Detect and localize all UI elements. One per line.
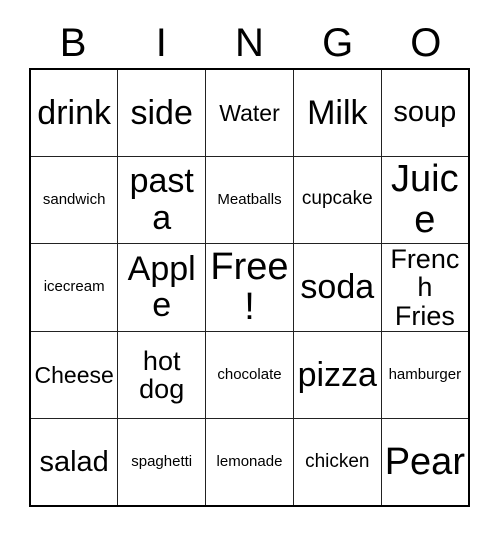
- bingo-cell[interactable]: lemonade: [205, 418, 294, 507]
- bingo-cell[interactable]: icecream: [29, 242, 119, 333]
- bingo-cell[interactable]: pasta: [117, 155, 207, 244]
- bingo-cell-label: chicken: [305, 451, 370, 473]
- bingo-cell[interactable]: Meatballs: [205, 155, 294, 244]
- bingo-cell[interactable]: Apple: [117, 242, 207, 333]
- bingo-cell[interactable]: Juice: [380, 155, 470, 244]
- bingo-cell-label: Pear: [384, 440, 465, 483]
- bingo-cell[interactable]: drink: [29, 68, 119, 157]
- bingo-cell[interactable]: spaghetti: [117, 418, 207, 507]
- bingo-cell[interactable]: soup: [380, 68, 470, 157]
- bingo-cell[interactable]: soda: [292, 242, 382, 333]
- bingo-row: Cheese hot dog chocolate pizza hamburger: [29, 331, 470, 420]
- bingo-cell-label: French Fries: [390, 243, 460, 331]
- bingo-cell-label: icecream: [43, 278, 105, 296]
- bingo-cell[interactable]: salad: [29, 418, 119, 507]
- bingo-cell[interactable]: cupcake: [292, 155, 382, 244]
- bingo-header: B I N G O: [29, 18, 470, 68]
- bingo-cell-label: soda: [300, 268, 375, 307]
- header-letter-i: I: [155, 21, 167, 65]
- bingo-cell-label: Meatballs: [217, 190, 282, 208]
- bingo-cell[interactable]: side: [117, 68, 207, 157]
- bingo-cell-label: hot dog: [139, 345, 185, 405]
- bingo-cell-label: Free!: [210, 246, 289, 329]
- bingo-cell-label: Cheese: [34, 362, 114, 389]
- bingo-cell-label: drink: [37, 93, 111, 132]
- bingo-card: B I N G O drink side Water Milk soup san…: [29, 18, 470, 507]
- bingo-cell-label: pizza: [297, 356, 377, 395]
- header-letter-n: N: [235, 21, 264, 65]
- bingo-grid: drink side Water Milk soup sandwich past…: [29, 68, 470, 507]
- bingo-cell[interactable]: Pear: [380, 418, 470, 507]
- bingo-cell[interactable]: Water: [205, 68, 294, 157]
- bingo-cell-label: lemonade: [216, 453, 283, 471]
- bingo-cell-label: spaghetti: [131, 453, 193, 471]
- bingo-cell[interactable]: Cheese: [29, 331, 119, 420]
- bingo-cell[interactable]: sandwich: [29, 155, 119, 244]
- bingo-cell[interactable]: pizza: [292, 331, 382, 420]
- bingo-cell-label: soup: [393, 96, 457, 129]
- bingo-cell-label: cupcake: [301, 188, 373, 210]
- bingo-cell[interactable]: French Fries: [380, 242, 470, 333]
- bingo-cell-label: Milk: [307, 93, 368, 132]
- bingo-cell[interactable]: Milk: [292, 68, 382, 157]
- bingo-cell-label: salad: [39, 445, 109, 478]
- bingo-cell-label: chocolate: [217, 366, 282, 384]
- bingo-cell-label: hamburger: [388, 366, 462, 384]
- bingo-cell-label: sandwich: [42, 190, 106, 208]
- bingo-cell[interactable]: chicken: [292, 418, 382, 507]
- bingo-cell-label: side: [130, 93, 193, 132]
- bingo-row: icecream Apple Free! soda French Fries: [29, 242, 470, 333]
- bingo-cell-label: Apple: [127, 250, 196, 325]
- bingo-cell-label: Water: [219, 99, 280, 126]
- header-letter-o: O: [410, 21, 442, 65]
- bingo-cell-free[interactable]: Free!: [205, 242, 294, 333]
- bingo-row: drink side Water Milk soup: [29, 68, 470, 157]
- bingo-cell-label: pasta: [129, 162, 194, 237]
- bingo-cell[interactable]: hamburger: [380, 331, 470, 420]
- bingo-row: salad spaghetti lemonade chicken Pear: [29, 418, 470, 507]
- bingo-cell[interactable]: hot dog: [117, 331, 207, 420]
- bingo-cell-label: Juice: [391, 158, 459, 241]
- bingo-row: sandwich pasta Meatballs cupcake Juice: [29, 155, 470, 244]
- header-letter-g: G: [322, 21, 354, 65]
- bingo-cell[interactable]: chocolate: [205, 331, 294, 420]
- header-letter-b: B: [59, 21, 87, 65]
